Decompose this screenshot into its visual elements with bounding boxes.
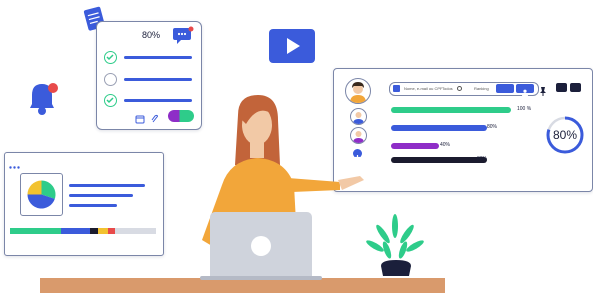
checklist-percent: 80% — [142, 30, 161, 40]
check-circle-icon[interactable] — [104, 51, 117, 64]
chart-card — [4, 152, 164, 256]
clock-icon — [457, 86, 462, 91]
toolbar: Nome, e-mail ou CPF Todos Ranking — [389, 82, 539, 96]
progress-ring-label: 80% — [552, 128, 578, 142]
search-text[interactable]: Nome, e-mail ou CPF — [404, 86, 442, 91]
play-video-icon[interactable] — [268, 28, 316, 64]
pie-chart-box — [20, 173, 63, 216]
progress-ring: 80% — [544, 114, 586, 156]
summary-line — [69, 194, 133, 197]
laptop-base — [200, 276, 322, 280]
select-text[interactable]: Todos — [442, 86, 453, 91]
task-line — [124, 56, 192, 59]
laptop — [210, 212, 312, 279]
stack-segment-3 — [97, 228, 108, 234]
empty-circle-icon[interactable] — [104, 73, 117, 86]
filter-icon[interactable] — [393, 85, 400, 92]
stack-segment-5 — [115, 228, 156, 234]
progress-bar-2 — [391, 143, 511, 149]
stack-segment-4 — [107, 228, 116, 234]
chat-icon[interactable] — [556, 83, 567, 92]
stack-segment-1 — [61, 228, 91, 234]
user-button[interactable] — [516, 84, 534, 96]
progress-label-0: 100 % — [517, 106, 532, 112]
summary-line — [69, 184, 145, 187]
plant — [365, 210, 427, 278]
stack-segment-2 — [90, 228, 98, 234]
laptop-logo — [251, 236, 271, 256]
stacked-progress-bar — [10, 228, 156, 234]
view-toggle-button[interactable] — [496, 84, 514, 93]
chat-bubble-icon — [172, 26, 194, 44]
bell-icon — [22, 78, 62, 120]
pin-icon[interactable] — [539, 83, 547, 96]
progress-bar-0 — [391, 107, 511, 113]
menu-icon[interactable] — [570, 83, 581, 92]
progress-bar-3 — [391, 157, 511, 163]
check-circle-icon[interactable] — [104, 94, 117, 107]
stack-segment-0 — [10, 228, 62, 234]
window-dots — [9, 156, 23, 169]
task-line — [124, 78, 192, 81]
pie-slice-2 — [27, 180, 42, 195]
progress-label-2: 40% — [440, 142, 451, 148]
attachment-icon[interactable] — [150, 111, 160, 123]
progress-label-3: 80% — [477, 156, 488, 162]
progress-label-1: 80% — [487, 124, 498, 130]
calendar-icon[interactable] — [135, 111, 145, 124]
summary-line — [69, 204, 117, 207]
filter-text[interactable]: Ranking — [474, 86, 489, 91]
desk — [40, 278, 445, 293]
